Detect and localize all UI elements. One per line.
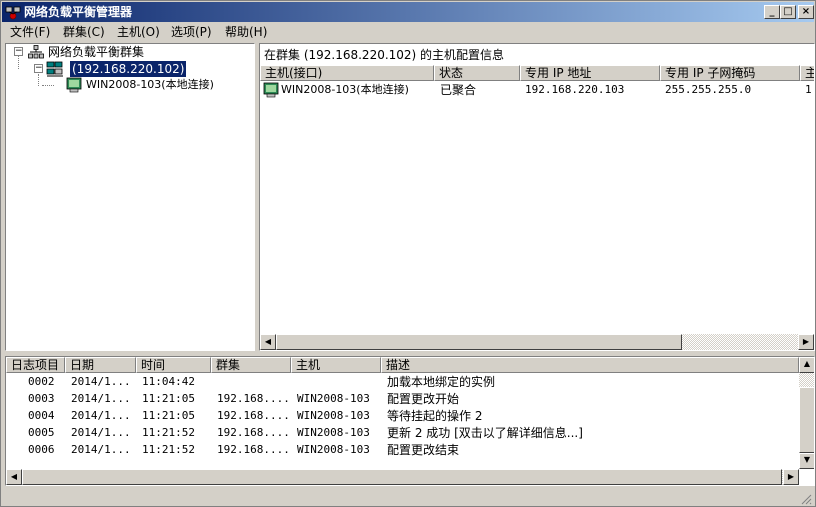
log-row[interactable]: 0006 2014/1... 11:21:52 192.168.... WIN2… xyxy=(6,442,799,459)
scroll-left-button[interactable]: ◀ xyxy=(6,469,22,485)
log-desc: 等待挂起的操作 2 xyxy=(387,409,483,423)
menu-options[interactable]: 选项(P) xyxy=(171,25,212,39)
scroll-thumb[interactable] xyxy=(22,469,782,485)
menu-help[interactable]: 帮助(H) xyxy=(225,25,267,39)
log-row[interactable]: 0005 2014/1... 11:21:52 192.168.... WIN2… xyxy=(6,425,799,442)
log-time: 11:21:05 xyxy=(142,392,195,405)
log-desc: 配置更改开始 xyxy=(387,392,460,406)
col-time[interactable]: 时间 xyxy=(136,357,211,373)
log-header: 日志项目 日期 时间 群集 主机 描述 xyxy=(6,357,799,373)
col-log-entry[interactable]: 日志项目 xyxy=(6,357,65,373)
menu-cluster[interactable]: 群集(C) xyxy=(63,25,105,39)
log-date: 2014/1... xyxy=(71,426,131,439)
cluster-tree[interactable]: − 网络负载平衡群集 − (192.168.220.102) WIN2008-1… xyxy=(5,43,255,351)
log-host: WIN2008-103 xyxy=(297,443,370,456)
host-status: 已聚合 xyxy=(440,83,477,97)
scroll-thumb[interactable] xyxy=(799,387,814,453)
log-host: WIN2008-103 xyxy=(297,392,370,405)
tree-connector xyxy=(42,85,54,86)
log-time: 11:21:52 xyxy=(142,443,195,456)
cluster-icon xyxy=(46,61,63,77)
log-cluster: 192.168.... xyxy=(217,409,290,422)
log-desc: 更新 2 成功 [双击以了解详细信息...] xyxy=(387,426,583,440)
title-bar[interactable]: 网络负载平衡管理器 _ □ × xyxy=(2,2,814,22)
scroll-right-button[interactable]: ▶ xyxy=(798,334,814,350)
log-panel: 日志项目 日期 时间 群集 主机 描述 0002 2014/1... 11:04… xyxy=(5,356,815,486)
log-row[interactable]: 0003 2014/1... 11:21:05 192.168.... WIN2… xyxy=(6,391,799,408)
collapse-root-toggle[interactable]: − xyxy=(14,47,23,56)
log-host: WIN2008-103 xyxy=(297,409,370,422)
host-panel-caption: 在群集 (192.168.220.102) 的主机配置信息 xyxy=(264,48,505,62)
nlb-app-icon xyxy=(5,6,21,20)
log-id: 0003 xyxy=(28,392,55,405)
menu-host[interactable]: 主机(O) xyxy=(117,25,160,39)
log-id: 0005 xyxy=(28,426,55,439)
network-cluster-icon xyxy=(28,45,44,59)
host-computer-icon xyxy=(263,82,279,98)
maximize-button[interactable]: □ xyxy=(780,5,796,19)
tree-connector xyxy=(38,74,39,86)
tree-connector xyxy=(18,56,19,69)
menu-file[interactable]: 文件(F) xyxy=(10,25,50,39)
tree-root-label: 网络负载平衡群集 xyxy=(48,45,145,59)
col-host[interactable]: 主机 xyxy=(291,357,381,373)
host-row[interactable]: WIN2008-103(本地连接) 已聚合 192.168.220.103 25… xyxy=(260,82,814,98)
log-id: 0006 xyxy=(28,443,55,456)
tree-cluster-label: (192.168.220.102) xyxy=(70,61,187,77)
log-row[interactable]: 0004 2014/1... 11:21:05 192.168.... WIN2… xyxy=(6,408,799,425)
col-description[interactable]: 描述 xyxy=(381,357,799,373)
tree-host-label: WIN2008-103(本地连接) xyxy=(86,78,214,91)
scroll-down-button[interactable]: ▼ xyxy=(799,453,814,469)
log-time: 11:04:42 xyxy=(142,375,195,388)
col-subnet-mask[interactable]: 专用 IP 子网掩码 xyxy=(660,65,800,81)
window-title: 网络负载平衡管理器 xyxy=(24,5,133,19)
log-time: 11:21:05 xyxy=(142,409,195,422)
log-desc: 加载本地绑定的实例 xyxy=(387,375,496,389)
col-priority[interactable]: 主 xyxy=(800,65,814,81)
log-vertical-scrollbar[interactable]: ▲ ▼ xyxy=(799,357,814,469)
col-date[interactable]: 日期 xyxy=(65,357,136,373)
resize-grip-icon[interactable] xyxy=(800,493,812,505)
host-mask: 255.255.255.0 xyxy=(665,83,752,96)
log-date: 2014/1... xyxy=(71,392,131,405)
close-button[interactable]: × xyxy=(798,5,814,19)
status-bar xyxy=(2,489,814,507)
host-computer-icon xyxy=(66,77,82,93)
log-desc: 配置更改结束 xyxy=(387,443,460,457)
host-ip: 192.168.220.103 xyxy=(525,83,625,96)
log-cluster: 192.168.... xyxy=(217,426,290,439)
scroll-thumb[interactable] xyxy=(276,334,682,350)
scroll-left-button[interactable]: ◀ xyxy=(260,334,276,350)
log-id: 0004 xyxy=(28,409,55,422)
host-list-header: 主机(接口) 状态 专用 IP 地址 专用 IP 子网掩码 主 xyxy=(260,65,814,81)
nlb-manager-window: 网络负载平衡管理器 _ □ × 文件(F) 群集(C) 主机(O) 选项(P) … xyxy=(0,0,816,507)
log-date: 2014/1... xyxy=(71,443,131,456)
log-row[interactable]: 0002 2014/1... 11:04:42 加载本地绑定的实例 xyxy=(6,374,799,391)
log-date: 2014/1... xyxy=(71,375,131,388)
col-status[interactable]: 状态 xyxy=(434,65,520,81)
host-config-panel: 在群集 (192.168.220.102) 的主机配置信息 主机(接口) 状态 … xyxy=(259,43,815,351)
log-date: 2014/1... xyxy=(71,409,131,422)
log-host: WIN2008-103 xyxy=(297,426,370,439)
host-horizontal-scrollbar[interactable]: ◀ ▶ xyxy=(260,334,814,350)
col-cluster[interactable]: 群集 xyxy=(211,357,291,373)
menu-bar: 文件(F) 群集(C) 主机(O) 选项(P) 帮助(H) xyxy=(2,23,814,41)
log-id: 0002 xyxy=(28,375,55,388)
log-time: 11:21:52 xyxy=(142,426,195,439)
host-priority: 1 xyxy=(805,83,812,96)
col-host-interface[interactable]: 主机(接口) xyxy=(260,65,434,81)
col-dedicated-ip[interactable]: 专用 IP 地址 xyxy=(520,65,660,81)
host-name: WIN2008-103(本地连接) xyxy=(281,83,409,96)
scroll-right-button[interactable]: ▶ xyxy=(783,469,799,485)
collapse-cluster-toggle[interactable]: − xyxy=(34,64,43,73)
log-cluster: 192.168.... xyxy=(217,443,290,456)
log-cluster: 192.168.... xyxy=(217,392,290,405)
log-horizontal-scrollbar[interactable]: ◀ ▶ xyxy=(6,469,799,485)
minimize-button[interactable]: _ xyxy=(764,5,780,19)
scroll-up-button[interactable]: ▲ xyxy=(799,357,814,373)
